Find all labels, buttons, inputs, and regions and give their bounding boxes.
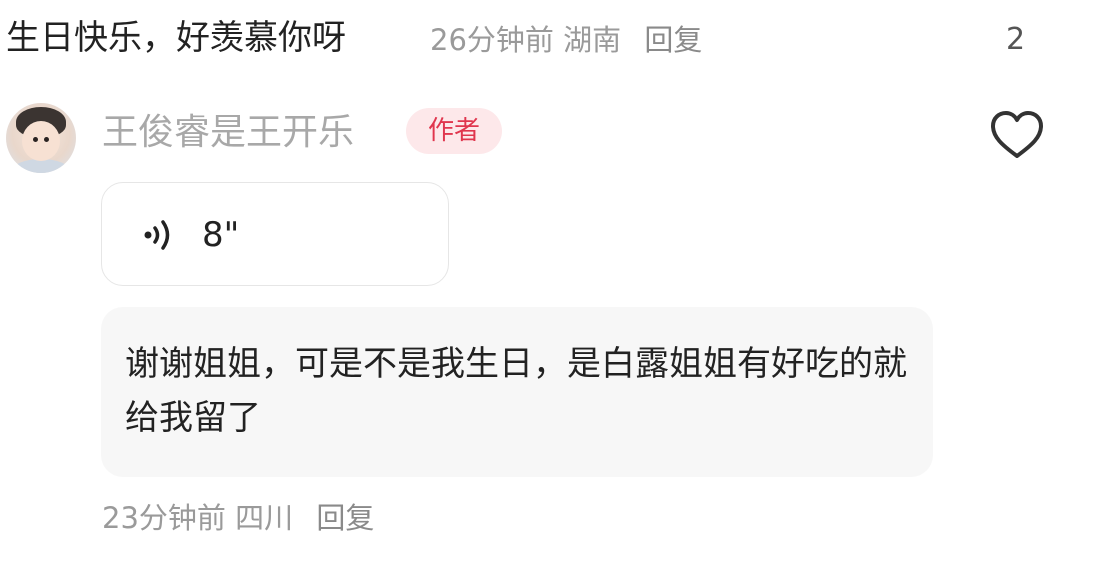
reply-text-bubble: 谢谢姐姐，可是不是我生日，是白露姐姐有好吃的就给我留了	[101, 307, 933, 477]
voice-wave-icon	[144, 220, 170, 250]
reply-username[interactable]: 王俊睿是王开乐	[102, 112, 354, 154]
reply-location: 四川	[235, 501, 294, 535]
voice-message-bubble[interactable]: 8"	[101, 182, 449, 286]
top-comment-meta: 26分钟前 湖南 回复	[430, 22, 702, 58]
reply-reply-button[interactable]: 回复	[316, 501, 374, 535]
heart-outline-icon	[991, 111, 1043, 158]
avatar-eye-right	[44, 137, 49, 142]
avatar-face	[22, 121, 60, 161]
comment-thread: 生日快乐，好羡慕你呀 26分钟前 湖南 回复 2 王俊睿是王开乐 作者 8" 谢…	[0, 0, 1094, 569]
top-comment-location: 湖南	[563, 23, 622, 57]
author-badge: 作者	[406, 108, 502, 154]
top-comment-time: 26分钟前	[430, 23, 554, 57]
top-comment-text: 生日快乐，好羡慕你呀	[6, 18, 346, 58]
avatar[interactable]	[6, 103, 76, 173]
avatar-cloth	[12, 159, 70, 173]
top-comment-like-count[interactable]: 2	[1006, 22, 1025, 58]
top-comment-reply-button[interactable]: 回复	[644, 23, 702, 57]
reply-meta: 23分钟前 四川 回复	[102, 500, 374, 536]
like-heart-icon[interactable]	[988, 108, 1046, 160]
reply-time: 23分钟前	[102, 501, 226, 535]
avatar-eye-left	[33, 137, 38, 142]
reply-text: 谢谢姐姐，可是不是我生日，是白露姐姐有好吃的就给我留了	[125, 344, 907, 438]
voice-duration: 8"	[202, 215, 240, 255]
top-comment: 生日快乐，好羡慕你呀 26分钟前 湖南 回复 2	[0, 12, 1094, 64]
